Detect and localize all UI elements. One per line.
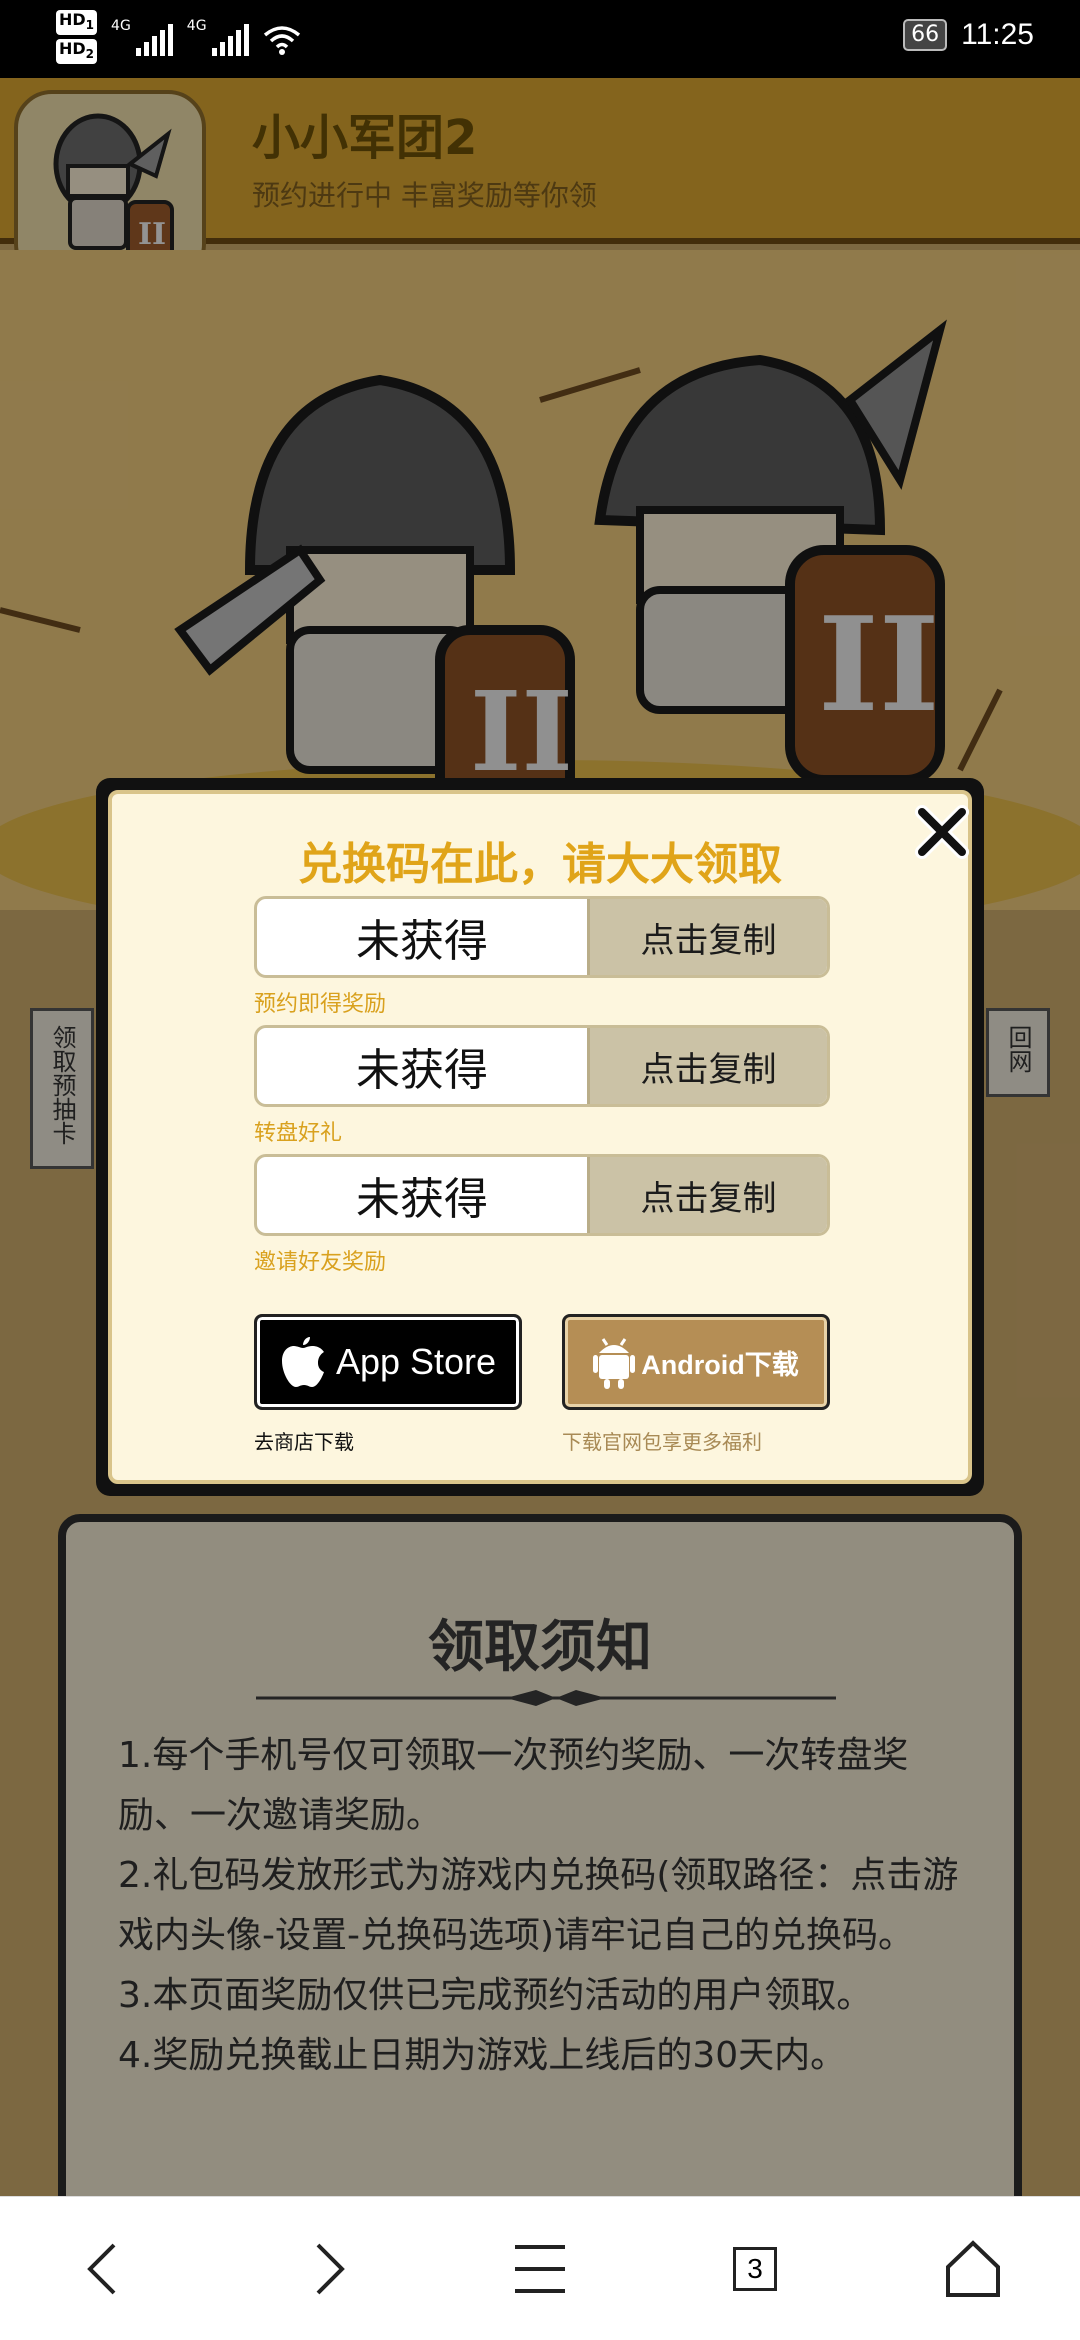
back-icon[interactable] [70, 2237, 140, 2301]
code-value[interactable]: 未获得 [257, 899, 587, 975]
android-download-button[interactable]: Android下载 [562, 1314, 830, 1410]
home-icon[interactable] [938, 2237, 1008, 2301]
hd-indicator: HD1 HD2 [56, 10, 98, 65]
forward-icon[interactable] [292, 2237, 362, 2301]
code-row-wheel: 未获得 点击复制 [254, 1025, 830, 1107]
code-caption: 邀请好友奖励 [254, 1250, 387, 1275]
android-download-caption: 下载官网包享更多福利 [562, 1430, 762, 1454]
tabs-icon[interactable]: 3 [720, 2237, 790, 2301]
browser-nav-bar: 3 [0, 2196, 1080, 2340]
tab-count: 3 [733, 2247, 777, 2291]
code-caption: 预约即得奖励 [254, 992, 387, 1017]
android-download-label: Android下载 [641, 1349, 799, 1380]
app-store-caption: 去商店下载 [254, 1430, 354, 1454]
copy-button[interactable]: 点击复制 [587, 1157, 827, 1233]
status-bar: HD1 HD2 4G 4G 66 11:25 [0, 0, 1080, 78]
signal-icon-sim2: 4G [187, 18, 249, 57]
apple-icon [281, 1337, 324, 1387]
app-store-button[interactable]: App Store [254, 1314, 522, 1410]
signal-icon-sim1: 4G [111, 18, 173, 57]
code-caption: 转盘好礼 [254, 1121, 343, 1146]
clock: 11:25 [961, 18, 1034, 51]
android-icon [593, 1338, 636, 1389]
menu-icon[interactable] [505, 2237, 575, 2301]
code-value[interactable]: 未获得 [257, 1028, 587, 1104]
battery-indicator: 66 [903, 19, 948, 51]
copy-button[interactable]: 点击复制 [587, 899, 827, 975]
code-row-reservation: 未获得 点击复制 [254, 896, 830, 978]
code-row-invite: 未获得 点击复制 [254, 1154, 830, 1236]
app-store-label: App Store [335, 1341, 497, 1382]
redeem-code-modal: 兑换码在此，请大大领取 未获得 点击复制 预约即得奖励 未获得 点击复制 转盘好… [96, 778, 984, 1496]
modal-title: 兑换码在此，请大大领取 [298, 839, 782, 890]
wifi-icon [263, 26, 300, 56]
code-value[interactable]: 未获得 [257, 1157, 587, 1233]
copy-button[interactable]: 点击复制 [587, 1028, 827, 1104]
